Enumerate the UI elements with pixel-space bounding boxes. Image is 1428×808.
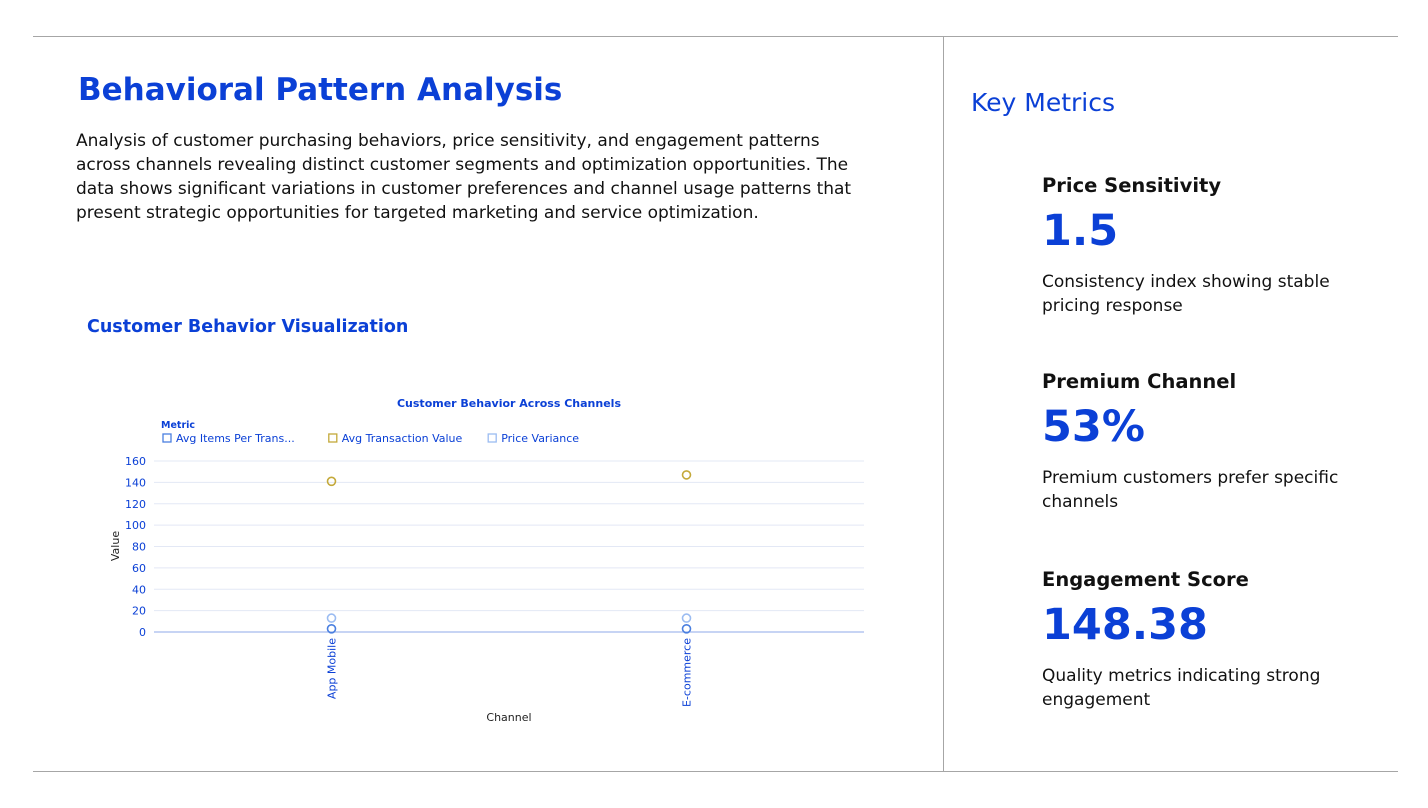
y-tick-label: 60 (132, 562, 146, 575)
metric-value: 1.5 (1042, 206, 1119, 256)
data-point (681, 470, 692, 480)
behavior-chart: Customer Behavior Across Channels Metric… (109, 397, 864, 724)
metric-card-engagement-score: Engagement Score 148.38 Quality metrics … (1042, 568, 1392, 712)
y-tick-label: 160 (125, 455, 146, 468)
legend-swatch (328, 433, 338, 443)
data-point (681, 613, 692, 623)
column-divider (943, 36, 944, 772)
top-divider (33, 36, 1398, 37)
chart-gridlines (154, 460, 864, 633)
metric-card-price-sensitivity: Price Sensitivity 1.5 Consistency index … (1042, 174, 1392, 318)
x-axis-ticks: App Mobile E-commerce (326, 638, 694, 707)
bottom-divider (33, 771, 1398, 772)
metric-card-premium-channel: Premium Channel 53% Premium customers pr… (1042, 370, 1392, 514)
y-tick-label: 140 (125, 476, 146, 489)
x-axis-label: Channel (486, 711, 531, 724)
metric-label: Engagement Score (1042, 568, 1249, 591)
y-axis-ticks: 0 20 40 60 80 100 120 140 160 (125, 455, 146, 639)
legend-swatch (487, 433, 497, 443)
x-tick-label: E-commerce (681, 638, 694, 707)
legend-title: Metric (161, 420, 195, 431)
y-tick-label: 0 (139, 626, 146, 639)
chart-title: Customer Behavior Across Channels (397, 397, 621, 410)
y-tick-label: 80 (132, 541, 146, 554)
chart-legend: Avg Items Per Trans... Avg Transaction Va… (162, 432, 579, 445)
y-tick-label: 120 (125, 498, 146, 511)
metric-label: Price Sensitivity (1042, 174, 1222, 197)
metric-value: 53% (1042, 402, 1145, 452)
data-point (326, 476, 337, 487)
x-tick-label: App Mobile (326, 638, 339, 699)
chart-points (326, 470, 692, 634)
metric-value: 148.38 (1042, 600, 1208, 650)
legend-label: Price Variance (501, 432, 579, 445)
data-point (326, 613, 337, 623)
metric-description: Consistency index showing stable pricing… (1042, 272, 1330, 316)
y-tick-label: 40 (132, 583, 146, 596)
intro-paragraph: Analysis of customer purchasing behavior… (76, 131, 852, 223)
legend-label: Avg Transaction Value (342, 432, 463, 445)
y-tick-label: 100 (125, 519, 146, 532)
legend-label: Avg Items Per Trans... (176, 432, 295, 445)
y-tick-label: 20 (132, 605, 146, 618)
key-metrics-title: Key Metrics (971, 88, 1116, 117)
visualization-title: Customer Behavior Visualization (87, 317, 409, 337)
y-axis-label: Value (109, 531, 122, 561)
page-title: Behavioral Pattern Analysis (78, 72, 563, 108)
metric-description: Premium customers prefer specific channe… (1042, 468, 1339, 512)
legend-swatch (162, 433, 172, 443)
metric-label: Premium Channel (1042, 370, 1237, 393)
metric-description: Quality metrics indicating strong engage… (1042, 666, 1321, 710)
